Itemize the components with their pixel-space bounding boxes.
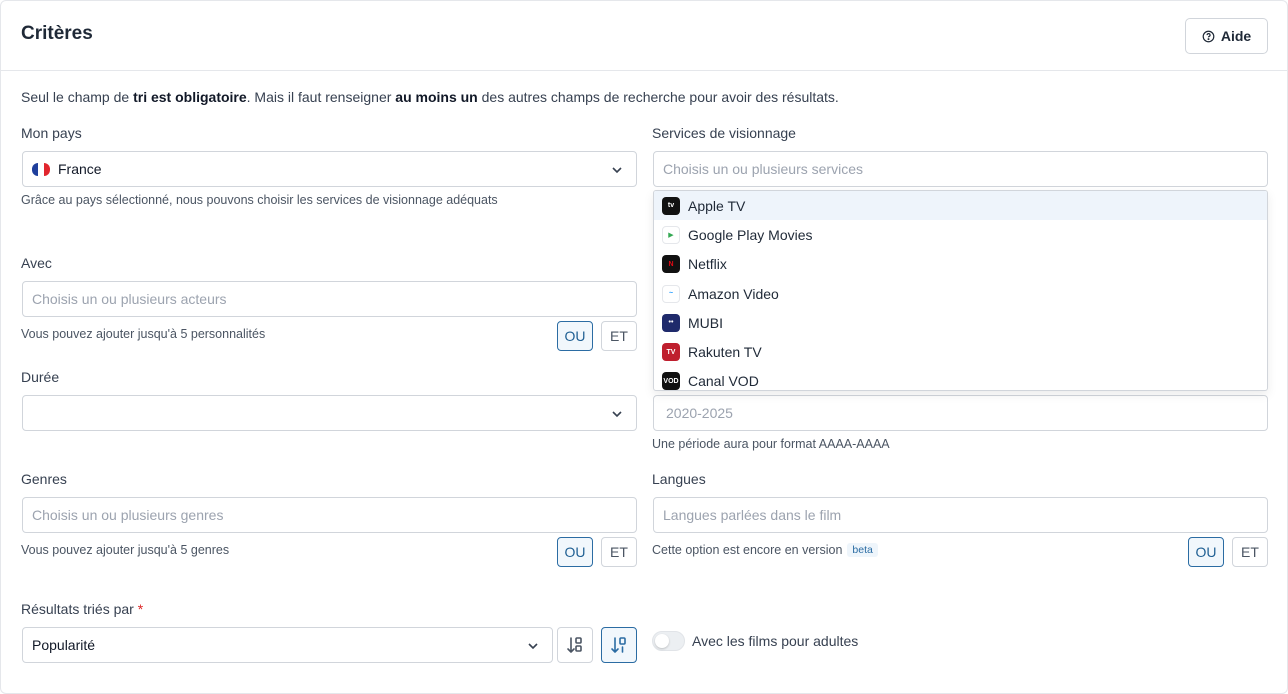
service-option-label: Netflix xyxy=(688,256,727,273)
amazon-video-icon: ~ xyxy=(662,284,680,303)
service-option-label: MUBI xyxy=(688,314,723,331)
intro-part: Seul le champ de xyxy=(21,89,134,105)
service-option-label: Google Play Movies xyxy=(688,226,813,243)
sort-descending-icon xyxy=(611,637,626,653)
actors-placeholder: Choisis un ou plusieurs acteurs xyxy=(32,291,227,307)
adult-films-toggle[interactable] xyxy=(652,631,685,651)
beta-badge: beta xyxy=(847,543,878,557)
services-dropdown: tv Apple TV ▶ Google Play Movies N Netflix ~ Am… xyxy=(653,190,1268,391)
sort-ascending-icon xyxy=(567,637,582,653)
sort-select[interactable]: Popularité xyxy=(22,627,553,663)
sort-value: Popularité xyxy=(32,637,96,653)
actors-and-button[interactable]: ET xyxy=(601,321,637,351)
help-button[interactable]: Aide xyxy=(1185,18,1268,54)
actors-hint: Vous pouvez ajouter jusqu'à 5 personnali… xyxy=(21,327,266,341)
intro-bold: au moins un xyxy=(395,89,478,105)
duration-label: Durée xyxy=(21,369,60,385)
services-input[interactable]: Choisis un ou plusieurs services xyxy=(653,151,1268,187)
chevron-down-icon xyxy=(612,411,622,418)
service-option[interactable]: TV Rakuten TV xyxy=(654,337,1267,366)
chevron-down-icon xyxy=(612,167,622,174)
canal-vod-icon: VOD xyxy=(662,372,680,390)
genres-or-button[interactable]: OU xyxy=(557,537,593,567)
actors-label: Avec xyxy=(21,255,52,271)
services-placeholder: Choisis un ou plusieurs services xyxy=(663,161,863,177)
intro-part: des autres champs de recherche pour avoi… xyxy=(477,89,839,105)
service-option-label: Rakuten TV xyxy=(688,344,762,361)
chevron-down-icon xyxy=(528,643,538,650)
sort-descending-button[interactable] xyxy=(601,627,637,663)
service-option-label: Canal VOD xyxy=(688,373,759,390)
country-hint: Grâce au pays sélectionné, nous pouvons … xyxy=(21,193,498,207)
sort-ascending-button[interactable] xyxy=(557,627,593,663)
languages-or-button[interactable]: OU xyxy=(1188,537,1224,567)
genres-and-button[interactable]: ET xyxy=(601,537,637,567)
genres-label: Genres xyxy=(21,471,67,487)
rakuten-tv-icon: TV xyxy=(662,343,680,362)
languages-input[interactable]: Langues parlées dans le film xyxy=(653,497,1268,533)
toggle-knob xyxy=(655,634,669,648)
period-placeholder: 2020-2025 xyxy=(666,405,733,421)
sort-label-text: Résultats triés par xyxy=(21,601,134,617)
actors-or-button[interactable]: OU xyxy=(557,321,593,351)
period-input[interactable]: 2020-2025 xyxy=(653,395,1268,431)
mubi-icon: •• xyxy=(662,313,680,332)
actors-input[interactable]: Choisis un ou plusieurs acteurs xyxy=(22,281,637,317)
service-option[interactable]: ~ Amazon Video xyxy=(654,279,1267,308)
country-label: Mon pays xyxy=(21,125,82,141)
intro-part: . Mais il faut renseigner xyxy=(246,89,396,105)
adult-films-label: Avec les films pour adultes xyxy=(692,633,859,649)
intro-bold: tri est obligatoire xyxy=(133,89,247,105)
required-mark: * xyxy=(137,601,144,617)
genres-placeholder: Choisis un ou plusieurs genres xyxy=(32,507,224,523)
genres-input[interactable]: Choisis un ou plusieurs genres xyxy=(22,497,637,533)
duration-select[interactable] xyxy=(22,395,637,431)
help-button-label: Aide xyxy=(1220,28,1252,44)
france-flag-icon xyxy=(32,162,50,176)
languages-label: Langues xyxy=(652,471,706,487)
netflix-icon: N xyxy=(662,255,680,274)
criteria-card: Critères Aide Seul le champ de tri est o… xyxy=(0,0,1288,694)
service-option-label: Apple TV xyxy=(688,197,746,214)
languages-hint-text: Cette option est encore en version xyxy=(652,543,843,557)
sort-label: Résultats triés par * xyxy=(21,601,143,617)
service-option[interactable]: ▶ Google Play Movies xyxy=(654,220,1267,249)
page-title: Critères xyxy=(21,23,93,44)
period-hint: Une période aura pour format AAAA-AAAA xyxy=(652,437,890,451)
service-option[interactable]: •• MUBI xyxy=(654,308,1267,337)
languages-placeholder: Langues parlées dans le film xyxy=(663,507,842,523)
intro-text: Seul le champ de tri est obligatoire. Ma… xyxy=(21,89,839,105)
languages-and-button[interactable]: ET xyxy=(1232,537,1268,567)
service-option[interactable]: tv Apple TV xyxy=(654,191,1267,221)
service-option-label: Amazon Video xyxy=(688,285,779,302)
service-option[interactable]: VOD Canal VOD xyxy=(654,367,1267,390)
country-value: France xyxy=(58,161,102,177)
services-label: Services de visionnage xyxy=(652,125,796,141)
google-play-icon: ▶ xyxy=(662,225,680,244)
languages-hint: Cette option est encore en version beta xyxy=(652,543,878,557)
country-select[interactable]: France xyxy=(22,151,637,187)
genres-hint: Vous pouvez ajouter jusqu'à 5 genres xyxy=(21,543,230,557)
card-header: Critères Aide xyxy=(1,1,1287,71)
apple-tv-icon: tv xyxy=(662,196,680,215)
service-option[interactable]: N Netflix xyxy=(654,250,1267,279)
help-circle-icon xyxy=(1202,30,1215,42)
